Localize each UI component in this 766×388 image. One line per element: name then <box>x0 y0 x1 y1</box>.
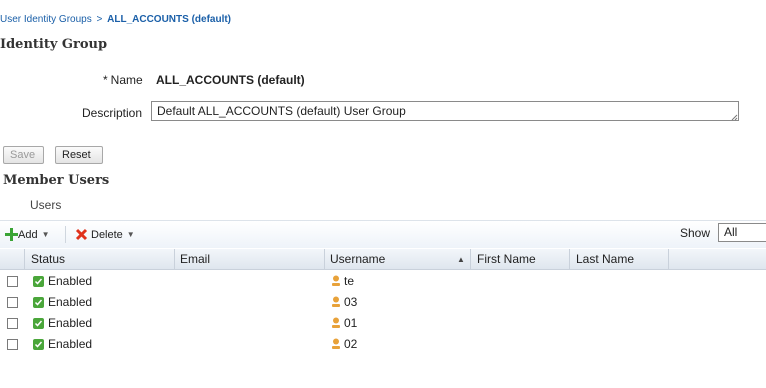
column-divider <box>174 249 175 269</box>
breadcrumb: User Identity Groups > ALL_ACCOUNTS (def… <box>0 14 231 25</box>
chevron-down-icon: ▼ <box>126 230 135 239</box>
resize-grip-icon[interactable] <box>731 114 738 121</box>
chevron-down-icon: ▼ <box>41 230 50 239</box>
name-label: * Name <box>103 73 143 87</box>
row-checkbox[interactable] <box>7 318 18 329</box>
column-status[interactable]: Status <box>31 249 65 269</box>
table-row[interactable]: Enabled 02 <box>0 334 766 355</box>
check-icon <box>33 297 44 308</box>
user-icon <box>332 338 340 349</box>
table-row[interactable]: Enabled 01 <box>0 313 766 334</box>
username-value[interactable]: te <box>344 274 354 288</box>
column-divider <box>569 249 570 269</box>
column-divider <box>324 249 325 269</box>
member-users-title: Member Users <box>3 173 110 188</box>
x-icon <box>75 228 88 241</box>
add-button[interactable]: Add ▼ <box>5 228 50 241</box>
sort-asc-icon[interactable]: ▲ <box>457 255 465 264</box>
show-select[interactable]: All <box>718 223 766 242</box>
username-value[interactable]: 02 <box>344 337 357 351</box>
tab-users[interactable]: Users <box>30 198 61 212</box>
table-row[interactable]: Enabled 03 <box>0 292 766 313</box>
table-row[interactable]: Enabled te <box>0 271 766 292</box>
reset-button[interactable]: Reset <box>55 146 103 164</box>
page-title: Identity Group <box>0 37 108 52</box>
check-icon <box>33 339 44 350</box>
column-divider <box>668 249 669 269</box>
column-username[interactable]: Username <box>330 249 385 269</box>
check-icon <box>33 318 44 329</box>
required-mark: * <box>103 73 108 87</box>
save-button[interactable]: Save <box>3 146 44 164</box>
grid-toolbar: Add ▼ Delete ▼ <box>0 220 766 248</box>
user-icon <box>332 296 340 307</box>
breadcrumb-current[interactable]: ALL_ACCOUNTS (default) <box>107 14 231 25</box>
plus-icon <box>5 228 18 241</box>
username-value[interactable]: 03 <box>344 295 357 309</box>
name-label-text: Name <box>110 73 143 87</box>
toolbar-divider <box>65 226 66 243</box>
status-value: Enabled <box>48 316 93 330</box>
column-last-name[interactable]: Last Name <box>576 249 634 269</box>
description-field[interactable]: Default ALL_ACCOUNTS (default) User Grou… <box>151 101 739 121</box>
column-first-name[interactable]: First Name <box>477 249 536 269</box>
row-checkbox[interactable] <box>7 297 18 308</box>
username-value[interactable]: 01 <box>344 316 357 330</box>
column-email[interactable]: Email <box>180 249 210 269</box>
breadcrumb-separator: > <box>96 14 103 25</box>
description-label: Description <box>82 106 143 120</box>
grid-header: Status Email Username ▲ First Name Last … <box>0 249 766 270</box>
add-label: Add <box>18 228 38 241</box>
row-checkbox[interactable] <box>7 276 18 287</box>
column-divider <box>24 249 25 269</box>
column-divider <box>470 249 471 269</box>
status-value: Enabled <box>48 274 93 288</box>
delete-button[interactable]: Delete ▼ <box>75 228 135 241</box>
status-value: Enabled <box>48 295 93 309</box>
delete-label: Delete <box>91 228 123 241</box>
user-icon <box>332 317 340 328</box>
show-label: Show <box>680 226 711 240</box>
name-value: ALL_ACCOUNTS (default) <box>156 73 305 87</box>
breadcrumb-parent-link[interactable]: User Identity Groups <box>0 14 92 25</box>
status-value: Enabled <box>48 337 93 351</box>
user-icon <box>332 275 340 286</box>
check-icon <box>33 276 44 287</box>
row-checkbox[interactable] <box>7 339 18 350</box>
